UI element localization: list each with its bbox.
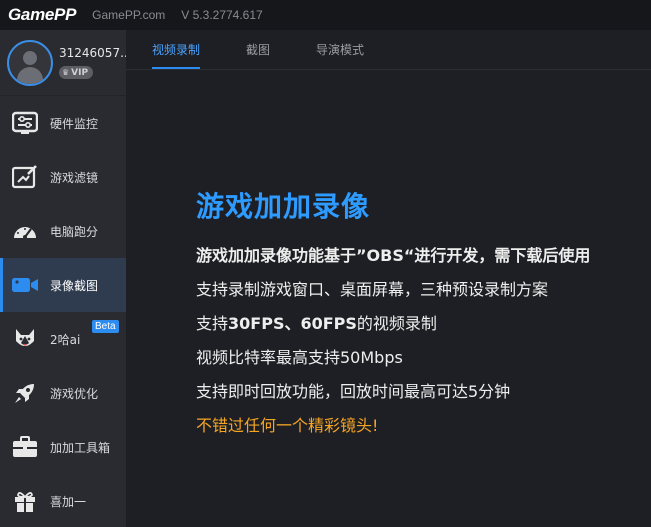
game-filter-icon [11, 163, 39, 191]
sidebar-item-label: 硬件监控 [50, 116, 99, 131]
video-camera-icon [11, 271, 39, 299]
husky-icon [11, 325, 39, 353]
sidebar-item-game-optimize[interactable]: 游戏优化 [0, 366, 126, 420]
sidebar-item-free-games[interactable]: 喜加一 [0, 474, 126, 527]
avatar[interactable] [7, 39, 53, 86]
sidebar-item-2ha-ai[interactable]: 2哈ai Beta [0, 312, 126, 366]
user-profile[interactable]: 31246057... ♛ VIP [0, 30, 127, 96]
tab-bar: 视频录制 截图 导演模式 [126, 30, 651, 70]
sidebar-item-game-filter[interactable]: 游戏滤镜 [0, 150, 126, 204]
title-bar: GamePP GamePP.com V 5.3.2774.617 [0, 0, 651, 30]
rocket-icon [11, 379, 39, 407]
main-panel: 视频录制 截图 导演模式 游戏加加录像 游戏加加录像功能基于”OBS“进行开发，… [126, 30, 651, 527]
app-logo: GamePP [8, 5, 77, 24]
sidebar-item-label: 加加工具箱 [50, 440, 111, 455]
profile-info: 31246057... ♛ VIP [59, 46, 127, 79]
feature-headline: 游戏加加录像 [196, 190, 371, 223]
vip-badge[interactable]: ♛ VIP [59, 66, 94, 79]
feature-line-highlight: 30FPS、60FPS [228, 314, 357, 333]
beta-badge: Beta [92, 320, 119, 333]
sidebar-item-label: 游戏滤镜 [50, 170, 99, 185]
sidebar-item-label: 电脑跑分 [50, 224, 99, 239]
tab-video-recording[interactable]: 视频录制 [152, 41, 201, 69]
avatar-head [23, 50, 37, 65]
feature-line-text: 支持 [196, 314, 229, 333]
feature-line: 支持录制游戏窗口、桌面屏幕，三种预设录制方案 [196, 280, 549, 299]
sidebar-item-label: 2哈ai [50, 332, 81, 347]
hardware-monitor-icon [11, 109, 39, 137]
sidebar-item-label: 录像截图 [50, 278, 99, 293]
feature-line: 支持30FPS、60FPS的视频录制 [196, 307, 651, 341]
vip-label: VIP [71, 67, 89, 78]
feature-line: 游戏加加录像功能基于”OBS“进行开发，需下载后使用 [196, 246, 591, 265]
site-url[interactable]: GamePP.com [92, 8, 165, 22]
sidebar-item-video-capture[interactable]: 录像截图 [0, 258, 126, 312]
sidebar-item-label: 喜加一 [50, 494, 87, 509]
user-id: 31246057... [59, 46, 127, 60]
app-version: V 5.3.2774.617 [181, 8, 263, 22]
feature-line: 视频比特率最高支持50Mbps [196, 348, 403, 367]
feature-line-text: 的视频录制 [356, 314, 437, 333]
benchmark-gauge-icon [11, 217, 39, 245]
sidebar: 31246057... ♛ VIP 硬件监控 游戏滤镜 电脑跑分 录像截图 2哈… [0, 30, 127, 527]
sidebar-item-toolbox[interactable]: 加加工具箱 [0, 420, 126, 474]
avatar-body [17, 66, 43, 84]
tab-screenshot[interactable]: 截图 [246, 41, 270, 69]
sidebar-item-hardware-monitor[interactable]: 硬件监控 [0, 96, 126, 150]
crown-icon: ♛ [62, 68, 70, 77]
toolbox-icon [11, 433, 39, 461]
feature-tagline: 不错过任何一个精彩镜头! [196, 416, 379, 435]
feature-description: 游戏加加录像 游戏加加录像功能基于”OBS“进行开发，需下载后使用 支持录制游戏… [196, 185, 651, 443]
sidebar-item-label: 游戏优化 [50, 386, 99, 401]
tab-director-mode[interactable]: 导演模式 [316, 41, 364, 69]
feature-line: 支持即时回放功能，回放时间最高可达5分钟 [196, 382, 511, 401]
sidebar-item-benchmark[interactable]: 电脑跑分 [0, 204, 126, 258]
gift-icon [11, 487, 39, 515]
